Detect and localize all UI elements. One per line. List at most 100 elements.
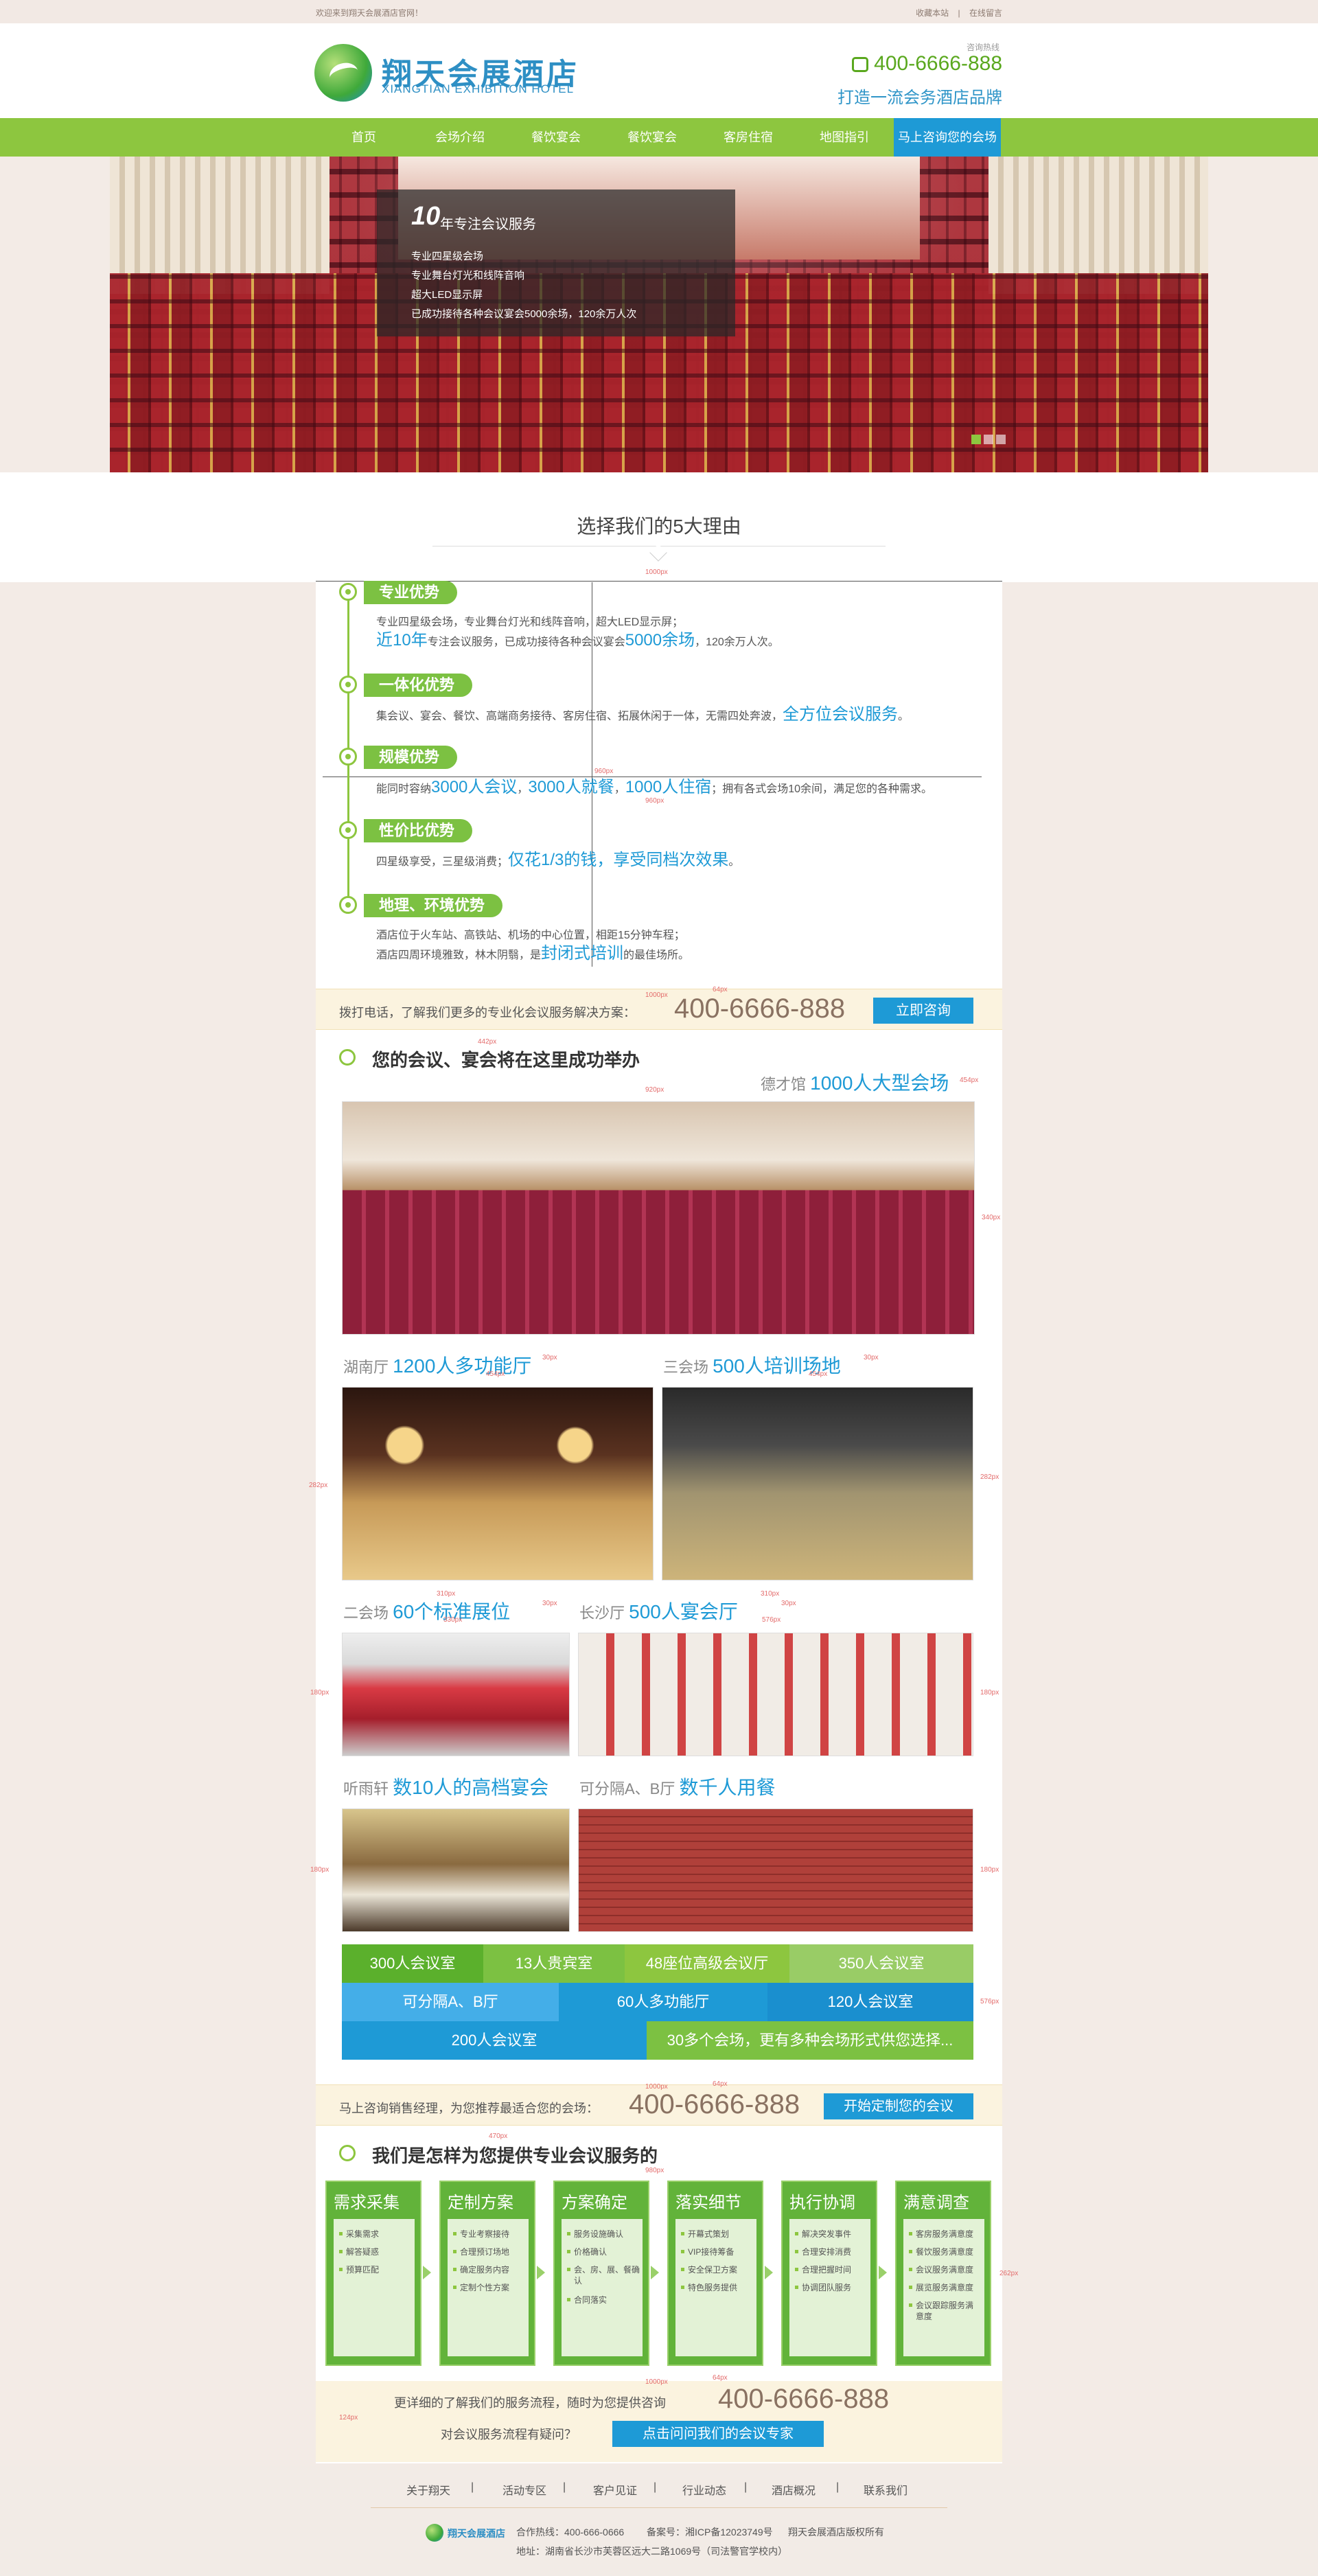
venue-grid-cell[interactable]: 200人会议室 <box>342 2021 647 2060</box>
top-separator: | <box>958 8 960 18</box>
venue-grid-cell[interactable]: 60人多功能厅 <box>559 1983 767 2021</box>
footer-logo-text: 翔天会展酒店 <box>448 2529 505 2540</box>
bullet-icon <box>339 583 357 601</box>
banner-dot[interactable] <box>996 435 1006 444</box>
venue-grid-cell[interactable]: 30多个会场，更有多种会场形式供您选择... <box>647 2021 973 2060</box>
guide-label: 1000px <box>645 991 668 999</box>
reason-text: 酒店位于火车站、高铁站、机场的中心位置，相距15分钟车程； 酒店四周环境雅致，林… <box>376 927 689 965</box>
venue-name: 长沙厅 <box>579 1605 625 1622</box>
footer-link-clients[interactable]: 客户见证 <box>593 2481 637 2498</box>
consult-now-button[interactable]: 立即咨询 <box>873 998 973 1024</box>
process-item: 合理预订场地 <box>452 2247 510 2257</box>
guide-label: 180px <box>310 1866 330 1874</box>
reason-text: 能同时容纳3000人会议，3000人就餐，1000人住宿；拥有各式会场10余间，… <box>376 779 932 798</box>
venue-desc: 数千人用餐 <box>679 1777 776 1798</box>
process-item: 开幕式策划 <box>680 2229 730 2239</box>
nav-dining-1[interactable]: 餐饮宴会 <box>508 118 604 157</box>
hero-banner[interactable]: 10 年专注会议服务 专业四星级会场 专业舞台灯光和线阵音响 超大LED显示屏 … <box>110 157 1208 472</box>
venue-photo-vip[interactable] <box>342 1808 570 1932</box>
banner-dot[interactable] <box>984 435 993 444</box>
process-item: 合理安排消费 <box>794 2247 852 2257</box>
process-item: 餐饮服务满意度 <box>908 2247 974 2257</box>
phone-icon <box>852 57 869 73</box>
process-item: 客房服务满意度 <box>908 2229 974 2239</box>
strip-phone: 400-6666-888 <box>674 993 846 1024</box>
footer-copyright: 翔天会展酒店版权所有 <box>788 2527 884 2538</box>
venue-grid-cell[interactable]: 120人会议室 <box>767 1983 973 2021</box>
guide-label: 1000px <box>645 2378 668 2386</box>
venue-caption: 可分隔A、B厅 数千人用餐 <box>579 1773 776 1800</box>
ask-expert-button[interactable]: 点击问问我们的会议专家 <box>612 2421 824 2447</box>
guide-label: 262px <box>999 2270 1019 2277</box>
footer-separator: | <box>563 2481 566 2493</box>
process-item: 安全保卫方案 <box>680 2265 738 2275</box>
reason-tag: 专业优势 <box>364 581 458 604</box>
venue-photo-dining[interactable] <box>578 1808 973 1932</box>
online-message-link[interactable]: 在线留言 <box>969 8 1002 18</box>
slogan: 打造一流会务酒店品牌 <box>837 89 1002 107</box>
nav-venues[interactable]: 会场介绍 <box>412 118 508 157</box>
reason-fragment: 酒店四周环境雅致，林木阴翳，是 <box>376 950 542 961</box>
venue-caption: 二会场 60个标准展位 <box>343 1597 510 1624</box>
venue-name: 听雨轩 <box>343 1780 389 1797</box>
guide-label: 576px <box>980 1998 999 2005</box>
consult-strip: 马上咨询销售经理，为您推荐最适合您的会场： 400-6666-888 开始定制您… <box>316 2084 1002 2126</box>
bullet-icon <box>339 676 357 693</box>
guide-label: 310px <box>437 1590 456 1598</box>
guide-label: 310px <box>761 1590 780 1598</box>
nav-consult[interactable]: 马上咨询您的会场 <box>894 118 1001 157</box>
venue-grid-cell[interactable]: 350人会议室 <box>789 1944 973 1983</box>
footer-link-overview[interactable]: 酒店概况 <box>772 2481 816 2498</box>
reason-text: 四星级享受，三星级消费；仅花1/3的钱，享受同档次效果。 <box>376 851 739 871</box>
footer-link-events[interactable]: 活动专区 <box>502 2481 546 2498</box>
venue-grid-cell[interactable]: 13人贵宾室 <box>483 1944 625 1983</box>
reason-line: 专业四星级会场，专业舞台灯光和线阵音响，超大LED显示屏； <box>376 617 684 628</box>
process-item: VIP接待筹备 <box>680 2247 735 2257</box>
banner-line: 专业四星级会场 <box>411 251 484 262</box>
arrow-right-icon <box>765 2266 773 2279</box>
reason-highlight: 全方位会议服务 <box>783 705 899 724</box>
banner-line: 专业舞台灯光和线阵音响 <box>411 270 525 281</box>
venue-photo-main[interactable] <box>342 1101 975 1335</box>
guide-label: 64px <box>713 2080 728 2088</box>
nav-map[interactable]: 地图指引 <box>796 118 892 157</box>
strip-text: 马上咨询销售经理，为您推荐最适合您的会场： <box>339 2102 599 2115</box>
venue-photo-hunan[interactable] <box>342 1387 654 1580</box>
strip-text: 拨打电话，了解我们更多的专业化会议服务解决方案： <box>339 1006 636 1020</box>
venue-grid-cell[interactable]: 300人会议室 <box>342 1944 483 1983</box>
logo-icon[interactable] <box>314 44 372 102</box>
venue-photo-training[interactable] <box>662 1387 973 1580</box>
reason-tag: 性价比优势 <box>364 819 473 842</box>
process-item: 会议跟踪服务满意度 <box>909 2300 979 2322</box>
footer-link-about[interactable]: 关于翔天 <box>406 2481 450 2498</box>
venue-grid-cell[interactable]: 可分隔A、B厅 <box>342 1983 559 2021</box>
guide-label: 30px <box>781 1600 796 1607</box>
footer-separator: | <box>744 2481 748 2493</box>
guide-label: 454px <box>809 1370 828 1378</box>
guide-label: 282px <box>309 1482 328 1489</box>
banner-dot[interactable] <box>971 435 981 444</box>
venues-title: 您的会议、宴会将在这里成功举办 <box>372 1050 640 1070</box>
venue-caption: 德才馆 1000人大型会场 <box>761 1068 949 1096</box>
reason-tag: 一体化优势 <box>364 674 473 697</box>
venue-photo-exhibition[interactable] <box>342 1633 570 1756</box>
guide-label: 30px <box>864 1354 879 1361</box>
nav-home[interactable]: 首页 <box>316 118 412 157</box>
venue-photo-banquet[interactable] <box>578 1633 973 1756</box>
footer-link-news[interactable]: 行业动态 <box>682 2481 726 2498</box>
section-icon <box>339 1049 356 1066</box>
venue-name: 三会场 <box>663 1359 709 1376</box>
bookmark-link[interactable]: 收藏本站 <box>916 8 949 18</box>
guide-label: 960px <box>594 768 614 775</box>
customize-meeting-button[interactable]: 开始定制您的会议 <box>824 2093 973 2119</box>
footer-separator: | <box>654 2481 657 2493</box>
footer-link-contact[interactable]: 联系我们 <box>864 2481 907 2498</box>
venue-caption: 听雨轩 数10人的高档宴会 <box>343 1773 548 1800</box>
nav-dining-2[interactable]: 餐饮宴会 <box>604 118 700 157</box>
reason-highlight: 3000人就餐 <box>528 778 614 796</box>
nav-rooms[interactable]: 客房住宿 <box>700 118 796 157</box>
venue-grid-cell[interactable]: 48座位高级会议厅 <box>625 1944 789 1983</box>
reason-highlight: 近10年 <box>376 631 428 649</box>
process-step-body: 服务设施确认 价格确认 会、房、展、餐确认 合同落实 <box>562 2219 643 2356</box>
bullet-icon <box>339 896 357 914</box>
